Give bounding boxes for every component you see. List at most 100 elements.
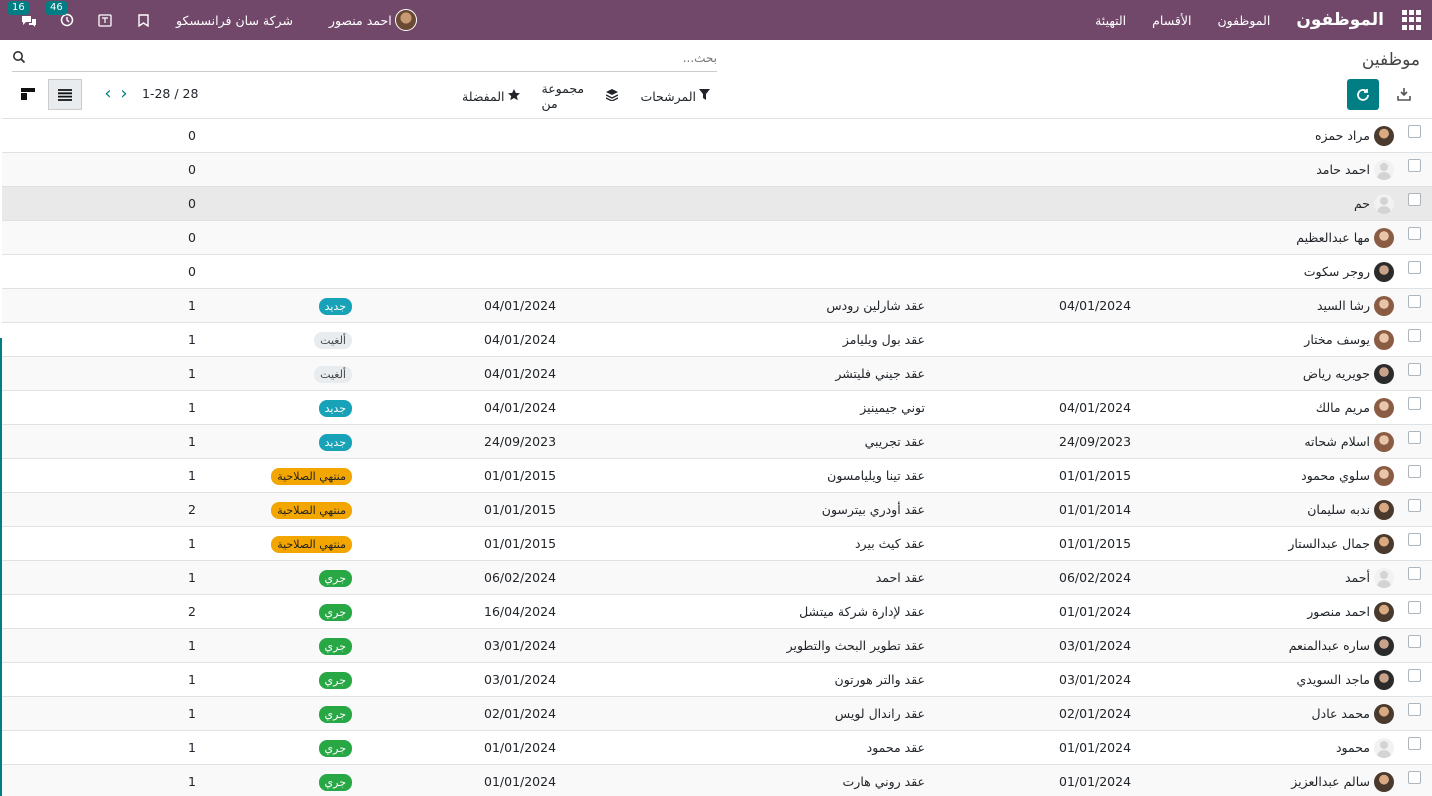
employee-avatar: [1374, 500, 1394, 520]
table-row[interactable]: مريم مالك 04/01/2024 توني جيمينيز 04/01/202…: [2, 391, 1432, 425]
start-date: 03/01/2024: [1059, 638, 1132, 653]
contract-name: عقد لإدارة شركة ميتشل: [799, 604, 925, 619]
row-checkbox[interactable]: [1408, 159, 1421, 172]
company-switcher[interactable]: شركة سان فرانسسكو: [176, 13, 293, 28]
table-row[interactable]: سالم عبدالعزيز 01/01/2024 عقد روني هارت 01/…: [2, 765, 1432, 796]
employee-name: ندبه سليمان: [1307, 502, 1370, 517]
messages-icon[interactable]: 16: [8, 1, 38, 29]
row-checkbox[interactable]: [1408, 431, 1421, 444]
status-badge: جري: [318, 774, 352, 791]
filters-button[interactable]: المرشحات: [640, 89, 710, 104]
menu-departments[interactable]: الأقسام: [1152, 13, 1191, 28]
table-row[interactable]: حم 0: [2, 187, 1432, 221]
table-row[interactable]: سلوي محمود 01/01/2015 عقد تينا ويليامسون 01…: [2, 459, 1432, 493]
contracts-count: 1: [188, 638, 196, 653]
download-button[interactable]: [1392, 82, 1416, 106]
row-checkbox[interactable]: [1408, 193, 1421, 206]
menu-configuration[interactable]: التهيئة: [1095, 13, 1126, 28]
employee-name: ساره عبدالمنعم: [1288, 638, 1370, 653]
table-row[interactable]: محمد عادل 02/01/2024 عقد راندال لويس 02/01/…: [2, 697, 1432, 731]
row-checkbox[interactable]: [1408, 295, 1421, 308]
employee-avatar: [1374, 772, 1394, 792]
left-accent-bar: [0, 338, 2, 796]
table-row[interactable]: مها عبدالعظيم 0: [2, 221, 1432, 255]
row-checkbox[interactable]: [1408, 533, 1421, 546]
table-row[interactable]: أحمد 06/02/2024 عقد احمد 06/02/2024 جري 1: [2, 561, 1432, 595]
kanban-view-icon: [21, 88, 35, 100]
row-checkbox[interactable]: [1408, 669, 1421, 682]
status-badge: منتهي الصلاحية: [271, 536, 352, 553]
row-checkbox[interactable]: [1408, 771, 1421, 784]
menu-employees[interactable]: الموظفون: [1217, 13, 1270, 28]
contract-date: 01/01/2024: [484, 774, 557, 789]
row-checkbox[interactable]: [1408, 567, 1421, 580]
contract-date: 03/01/2024: [484, 672, 557, 687]
contracts-count: 0: [188, 162, 196, 177]
contract-name: توني جيمينيز: [860, 400, 925, 415]
employee-avatar: [1374, 704, 1394, 724]
employee-name-cell: محمد عادل: [1312, 697, 1394, 731]
status-badge: جديد: [318, 400, 352, 417]
app-name[interactable]: الموظفون: [1296, 10, 1384, 30]
pager-value[interactable]: 1-28 / 28: [142, 86, 198, 101]
table-row[interactable]: ماجد السويدي 03/01/2024 عقد والتر هورتون 03…: [2, 663, 1432, 697]
row-checkbox[interactable]: [1408, 737, 1421, 750]
row-checkbox[interactable]: [1408, 397, 1421, 410]
start-date: 01/01/2015: [1059, 536, 1132, 551]
row-checkbox[interactable]: [1408, 227, 1421, 240]
table-row[interactable]: ندبه سليمان 01/01/2014 عقد أودري بيترسون 01…: [2, 493, 1432, 527]
row-checkbox[interactable]: [1408, 601, 1421, 614]
employee-avatar: [1374, 534, 1394, 554]
refresh-icon: [1357, 88, 1369, 101]
table-row[interactable]: يوسف مختار عقد بول ويليامز 04/01/2024 ألغيت…: [2, 323, 1432, 357]
table-row[interactable]: ساره عبدالمنعم 03/01/2024 عقد تطوير البحث …: [2, 629, 1432, 663]
search-bar: [12, 46, 717, 72]
search-input[interactable]: [57, 48, 717, 68]
status-cell: [222, 153, 352, 187]
table-row[interactable]: احمد حامد 0: [2, 153, 1432, 187]
employee-name: مراد حمزه: [1314, 128, 1370, 143]
employee-name-cell: ساره عبدالمنعم: [1289, 629, 1394, 663]
table-row[interactable]: رشا السيد 04/01/2024 عقد شارلين رودس 04/01/…: [2, 289, 1432, 323]
row-checkbox[interactable]: [1408, 703, 1421, 716]
favorites-button[interactable]: المفضلة: [462, 88, 520, 104]
table-row[interactable]: جمال عبدالستار 01/01/2015 عقد كيث بيرد 01/0…: [2, 527, 1432, 561]
status-cell: جري: [222, 765, 352, 796]
table-row[interactable]: جويريه رياض عقد جيني فليتشر 04/01/2024 ألغي…: [2, 357, 1432, 391]
row-checkbox[interactable]: [1408, 125, 1421, 138]
row-checkbox[interactable]: [1408, 465, 1421, 478]
table-row[interactable]: محمود 01/01/2024 عقد محمود 01/01/2024 جري 1: [2, 731, 1432, 765]
app-grid-icon[interactable]: [1402, 10, 1422, 30]
table-row[interactable]: احمد منصور 01/01/2024 عقد لإدارة شركة ميتش…: [2, 595, 1432, 629]
row-checkbox[interactable]: [1408, 329, 1421, 342]
employee-name: سلوي محمود: [1301, 468, 1370, 483]
employee-name: جمال عبدالستار: [1288, 536, 1370, 551]
list-view-button[interactable]: [48, 79, 82, 110]
contract-name: عقد احمد: [875, 570, 925, 585]
pager-next-icon[interactable]: ›: [116, 83, 132, 104]
employee-avatar: [1374, 330, 1394, 350]
kanban-view-button[interactable]: [18, 84, 38, 104]
language-icon[interactable]: [96, 11, 114, 29]
bookmark-icon[interactable]: [134, 11, 152, 29]
table-row[interactable]: اسلام شحاته 24/09/2023 عقد تجريبي 24/09/202…: [2, 425, 1432, 459]
status-badge: جري: [318, 740, 352, 757]
row-checkbox[interactable]: [1408, 363, 1421, 376]
employee-name: جويريه رياض: [1302, 366, 1370, 381]
table-row[interactable]: مراد حمزه 0: [2, 119, 1432, 153]
pager-prev-icon[interactable]: ‹: [100, 83, 116, 104]
row-checkbox[interactable]: [1408, 261, 1421, 274]
groupby-button[interactable]: مجموعة من: [542, 81, 619, 111]
contract-date: 01/01/2015: [484, 536, 557, 551]
search-icon[interactable]: [12, 50, 26, 64]
row-checkbox[interactable]: [1408, 635, 1421, 648]
start-date: 02/01/2024: [1059, 706, 1132, 721]
row-checkbox[interactable]: [1408, 499, 1421, 512]
contract-date: 24/09/2023: [484, 434, 557, 449]
user-menu[interactable]: احمد منصور: [329, 9, 417, 31]
activity-clock-icon[interactable]: 46: [46, 1, 76, 29]
refresh-button[interactable]: [1347, 79, 1379, 110]
status-badge: ألغيت: [314, 332, 352, 349]
employee-avatar: [1374, 432, 1394, 452]
table-row[interactable]: روجر سكوت 0: [2, 255, 1432, 289]
